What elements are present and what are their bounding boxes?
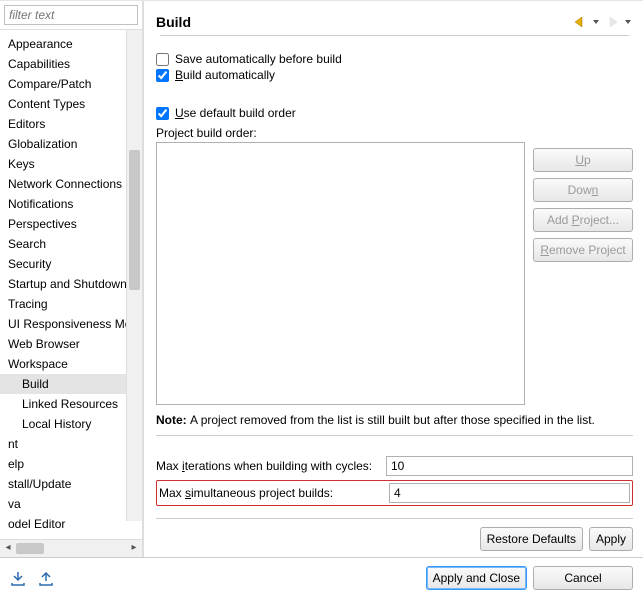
up-button[interactable]: Up — [533, 148, 633, 172]
add-project-button[interactable]: Add Project... — [533, 208, 633, 232]
project-build-order-list[interactable] — [156, 142, 525, 405]
note-text: Note: A project removed from the list is… — [156, 413, 633, 427]
scroll-right-icon[interactable]: ▸ — [127, 542, 141, 556]
tree-item[interactable]: Network Connections — [0, 174, 142, 194]
tree-item[interactable]: Local History — [0, 414, 142, 434]
tree-item[interactable]: Tracing — [0, 294, 142, 314]
tree-item[interactable]: odel Editor — [0, 514, 142, 534]
tree-item[interactable]: UI Responsiveness Monitoring — [0, 314, 142, 334]
export-preferences-icon[interactable] — [38, 569, 58, 587]
tree-item[interactable]: va — [0, 494, 142, 514]
tree-item[interactable]: Perspectives — [0, 214, 142, 234]
tree-item[interactable]: nt — [0, 434, 142, 454]
forward-menu-dropdown-icon[interactable] — [623, 13, 633, 31]
remove-project-button[interactable]: Remove Project — [533, 238, 633, 262]
tree-item[interactable]: stall/Update — [0, 474, 142, 494]
forward-icon[interactable] — [603, 13, 621, 31]
use-default-build-order-checkbox[interactable] — [156, 107, 169, 120]
use-default-build-order-label: Use default build order — [175, 106, 296, 120]
scroll-left-icon[interactable]: ◂ — [1, 542, 15, 556]
max-iterations-label: Max iterations when building with cycles… — [156, 459, 376, 473]
apply-and-close-button[interactable]: Apply and Close — [426, 566, 527, 590]
tree-item[interactable]: Linked Resources — [0, 394, 142, 414]
scrollbar-thumb[interactable] — [16, 543, 44, 554]
tree-item[interactable]: Keys — [0, 154, 142, 174]
back-menu-dropdown-icon[interactable] — [591, 13, 601, 31]
tree-item[interactable]: Appearance — [0, 34, 142, 54]
tree-item[interactable]: Capabilities — [0, 54, 142, 74]
preferences-sidebar: AppearanceCapabilitiesCompare/PatchConte… — [0, 1, 144, 557]
save-before-build-checkbox[interactable] — [156, 53, 169, 66]
max-iterations-input[interactable] — [386, 456, 633, 476]
sidebar-vertical-scrollbar[interactable] — [126, 30, 142, 521]
save-before-build-label: Save automatically before build — [175, 52, 342, 66]
tree-item[interactable]: elp — [0, 454, 142, 474]
tree-item[interactable]: Workspace — [0, 354, 142, 374]
preferences-tree[interactable]: AppearanceCapabilitiesCompare/PatchConte… — [0, 30, 142, 539]
tree-item[interactable]: Compare/Patch — [0, 74, 142, 94]
page-title: Build — [156, 14, 191, 30]
tree-item[interactable]: Globalization — [0, 134, 142, 154]
scrollbar-thumb[interactable] — [129, 150, 140, 290]
sidebar-horizontal-scrollbar[interactable]: ◂ ▸ — [0, 539, 142, 557]
build-automatically-label: Build automatically — [175, 68, 275, 82]
back-icon[interactable] — [571, 13, 589, 31]
tree-item[interactable]: Build — [0, 374, 142, 394]
restore-defaults-button[interactable]: Restore Defaults — [480, 527, 583, 551]
build-automatically-checkbox[interactable] — [156, 69, 169, 82]
apply-button[interactable]: Apply — [589, 527, 633, 551]
tree-item[interactable]: Web Browser — [0, 334, 142, 354]
max-simultaneous-input[interactable] — [389, 483, 630, 503]
max-simultaneous-label: Max simultaneous project builds: — [159, 486, 379, 500]
max-simultaneous-highlight: Max simultaneous project builds: — [156, 480, 633, 506]
tree-item[interactable]: Security — [0, 254, 142, 274]
tree-item[interactable]: Startup and Shutdown — [0, 274, 142, 294]
tree-item[interactable]: Editors — [0, 114, 142, 134]
down-button[interactable]: Down — [533, 178, 633, 202]
cancel-button[interactable]: Cancel — [533, 566, 633, 590]
import-preferences-icon[interactable] — [10, 569, 30, 587]
tree-item[interactable]: Search — [0, 234, 142, 254]
tree-item[interactable]: Notifications — [0, 194, 142, 214]
project-build-order-label: Project build order: — [156, 126, 633, 140]
filter-input[interactable] — [4, 5, 138, 25]
tree-item[interactable]: Content Types — [0, 94, 142, 114]
